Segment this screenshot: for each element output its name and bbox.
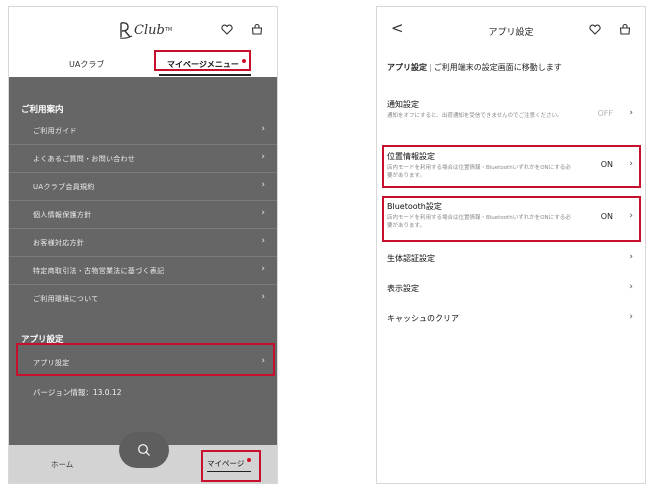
settings-description-separator: |	[429, 63, 432, 72]
heart-icon[interactable]	[221, 24, 233, 35]
highlight-bluetooth-setting	[382, 196, 641, 242]
setting-value: OFF	[597, 109, 614, 118]
menu-item-label: ご利用ガイド	[33, 127, 77, 135]
setting-row-display[interactable]: 表示設定 ›	[377, 277, 645, 301]
setting-row-clear-cache[interactable]: キャッシュのクリア ›	[377, 307, 645, 331]
search-button[interactable]	[119, 432, 169, 468]
club-logo[interactable]: Club TM	[119, 19, 172, 41]
highlight-mypage-nav	[201, 450, 261, 482]
app-settings-screen: < アプリ設定 アプリ設定 | ご利用端末の設定画面に移動します 通知設定 通知をオ…	[376, 6, 646, 484]
settings-description: アプリ設定 | ご利用端末の設定画面に移動します	[387, 62, 562, 73]
club-logo-mark-icon	[119, 22, 133, 39]
menu-item-label: 個人情報保護方針	[33, 211, 92, 219]
menu-item-label: 特定商取引法・古物営業法に基づく表記	[33, 267, 165, 275]
chevron-right-icon: ›	[629, 252, 633, 262]
menu-item-customer-policy[interactable]: お客様対応方針 ›	[9, 229, 277, 257]
active-tab-underline	[159, 74, 251, 76]
menu-item-usage-guide[interactable]: ご利用ガイド ›	[9, 117, 277, 145]
app-header: Club TM	[9, 7, 277, 53]
setting-title: 生体認証設定	[387, 254, 435, 263]
chevron-right-icon: ›	[261, 180, 265, 190]
menu-item-label: UAクラブ会員規約	[33, 183, 95, 191]
setting-row-biometric[interactable]: 生体認証設定 ›	[377, 247, 645, 271]
settings-description-bold: アプリ設定	[387, 63, 427, 72]
chevron-right-icon: ›	[629, 282, 633, 292]
club-logo-tm: TM	[164, 27, 173, 33]
settings-header: < アプリ設定	[377, 7, 645, 53]
highlight-mypage-menu-tab	[154, 50, 251, 71]
chevron-right-icon: ›	[629, 312, 633, 322]
bag-icon[interactable]	[619, 23, 631, 35]
chevron-right-icon: ›	[629, 108, 633, 118]
search-icon	[138, 444, 150, 456]
menu-item-label: お客様対応方針	[33, 239, 85, 247]
menu-item-faq[interactable]: よくあるご質問・お問い合わせ ›	[9, 145, 277, 173]
menu-item-label: ご利用環境について	[33, 295, 99, 303]
chevron-right-icon: ›	[261, 264, 265, 274]
menu-item-membership-terms[interactable]: UAクラブ会員規約 ›	[9, 173, 277, 201]
mypage-menu-screen: Club TM UAクラブ マイページメニュー ご利用案内 ご利用ガイド › よく…	[8, 6, 278, 484]
club-logo-text: Club	[134, 22, 165, 38]
setting-title: キャッシュのクリア	[387, 314, 459, 323]
menu-item-environment[interactable]: ご利用環境について ›	[9, 285, 277, 313]
setting-title: 表示設定	[387, 284, 419, 293]
setting-title: 通知設定	[387, 100, 419, 109]
highlight-location-setting	[382, 145, 641, 188]
chevron-right-icon: ›	[261, 292, 265, 302]
bag-icon[interactable]	[251, 23, 263, 35]
setting-row-notifications[interactable]: 通知設定 通知をオフにすると、出荷通知を受信できませんのでご注意ください。 OF…	[377, 95, 645, 135]
settings-description-text: ご利用端末の設定画面に移動します	[433, 63, 562, 72]
setting-subtext: 通知をオフにすると、出荷通知を受信できませんのでご注意ください。	[387, 113, 563, 119]
section-title-guide: ご利用案内	[21, 105, 64, 115]
version-info: バージョン情報：13.0.12	[33, 388, 122, 397]
highlight-app-settings-item	[16, 343, 275, 376]
chevron-right-icon: ›	[261, 236, 265, 246]
mypage-menu: ご利用案内 ご利用ガイド › よくあるご質問・お問い合わせ › UAクラブ会員規…	[9, 77, 277, 445]
chevron-right-icon: ›	[261, 208, 265, 218]
chevron-right-icon: ›	[261, 152, 265, 162]
menu-item-label: よくあるご質問・お問い合わせ	[33, 155, 136, 163]
menu-item-legal-notice[interactable]: 特定商取引法・古物営業法に基づく表記 ›	[9, 257, 277, 285]
menu-item-privacy-policy[interactable]: 個人情報保護方針 ›	[9, 201, 277, 229]
heart-icon[interactable]	[589, 24, 601, 35]
tab-ua-club[interactable]: UAクラブ	[69, 59, 104, 70]
chevron-right-icon: ›	[261, 124, 265, 134]
bottom-nav-home[interactable]: ホーム	[51, 459, 73, 470]
